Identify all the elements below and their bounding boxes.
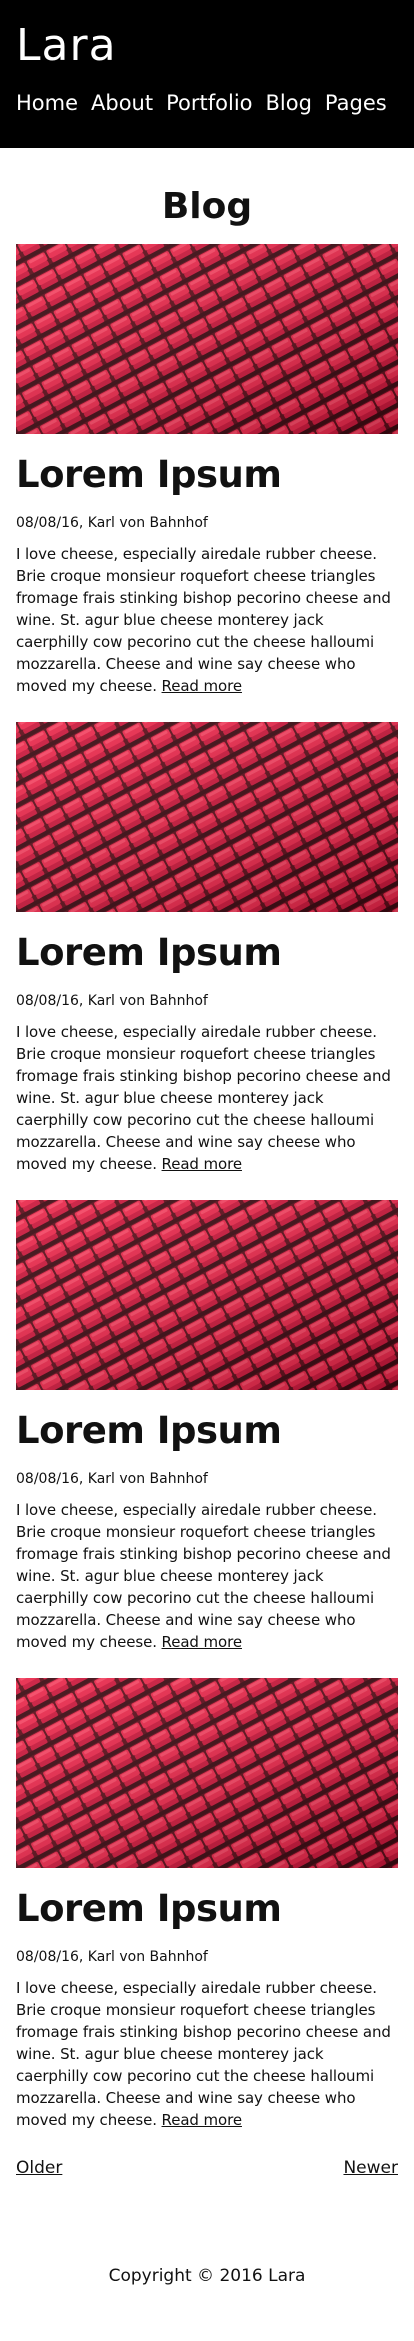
read-more-link[interactable]: Read more bbox=[162, 2111, 243, 2129]
post-meta: 08/08/16, Karl von Bahnhof bbox=[16, 993, 208, 1009]
post-title[interactable]: Lorem Ipsum bbox=[16, 1885, 398, 1933]
post-excerpt: I love cheese, especially airedale rubbe… bbox=[16, 1021, 398, 1175]
site-footer: Copyright © 2016 Lara bbox=[0, 2264, 414, 2288]
pagination: Older Newer bbox=[0, 2156, 414, 2180]
post-title[interactable]: Lorem Ipsum bbox=[16, 929, 398, 977]
post-meta: 08/08/16, Karl von Bahnhof bbox=[16, 1949, 208, 1965]
nav-about[interactable]: About bbox=[91, 88, 153, 118]
post-excerpt: I love cheese, especially airedale rubbe… bbox=[16, 1499, 398, 1653]
read-more-link[interactable]: Read more bbox=[162, 677, 243, 695]
nav-pages[interactable]: Pages bbox=[325, 88, 387, 118]
site-header: Lara Home About Portfolio Blog Pages bbox=[0, 0, 414, 148]
main-nav: Home About Portfolio Blog Pages bbox=[16, 88, 398, 118]
post-title[interactable]: Lorem Ipsum bbox=[16, 451, 398, 499]
post-image[interactable] bbox=[16, 1678, 398, 1868]
post-excerpt: I love cheese, especially airedale rubbe… bbox=[16, 1977, 398, 2131]
nav-home[interactable]: Home bbox=[16, 88, 78, 118]
post-excerpt-text: I love cheese, especially airedale rubbe… bbox=[16, 1979, 391, 2129]
older-link[interactable]: Older bbox=[16, 2156, 62, 2180]
blog-post: Lorem Ipsum 08/08/16, Karl von Bahnhof I… bbox=[16, 1200, 398, 1678]
blog-post: Lorem Ipsum 08/08/16, Karl von Bahnhof I… bbox=[16, 244, 398, 722]
post-meta: 08/08/16, Karl von Bahnhof bbox=[16, 515, 208, 531]
post-image[interactable] bbox=[16, 1200, 398, 1390]
post-image[interactable] bbox=[16, 244, 398, 434]
newer-link[interactable]: Newer bbox=[343, 2156, 398, 2180]
copyright-text: Copyright © 2016 Lara bbox=[108, 2266, 306, 2286]
nav-blog[interactable]: Blog bbox=[266, 88, 312, 118]
page-title: Blog bbox=[161, 186, 253, 227]
post-excerpt: I love cheese, especially airedale rubbe… bbox=[16, 543, 398, 697]
nav-portfolio[interactable]: Portfolio bbox=[166, 88, 252, 118]
post-excerpt-text: I love cheese, especially airedale rubbe… bbox=[16, 1501, 391, 1651]
post-excerpt-text: I love cheese, especially airedale rubbe… bbox=[16, 1023, 391, 1173]
blog-post: Lorem Ipsum 08/08/16, Karl von Bahnhof I… bbox=[16, 722, 398, 1200]
post-title[interactable]: Lorem Ipsum bbox=[16, 1407, 398, 1455]
read-more-link[interactable]: Read more bbox=[162, 1155, 243, 1173]
brand-logo[interactable]: Lara bbox=[16, 0, 398, 74]
post-excerpt-text: I love cheese, especially airedale rubbe… bbox=[16, 545, 391, 695]
post-list: Lorem Ipsum 08/08/16, Karl von Bahnhof I… bbox=[0, 244, 414, 2156]
blog-post: Lorem Ipsum 08/08/16, Karl von Bahnhof I… bbox=[16, 1678, 398, 2156]
read-more-link[interactable]: Read more bbox=[162, 1633, 243, 1651]
post-meta: 08/08/16, Karl von Bahnhof bbox=[16, 1471, 208, 1487]
post-image[interactable] bbox=[16, 722, 398, 912]
